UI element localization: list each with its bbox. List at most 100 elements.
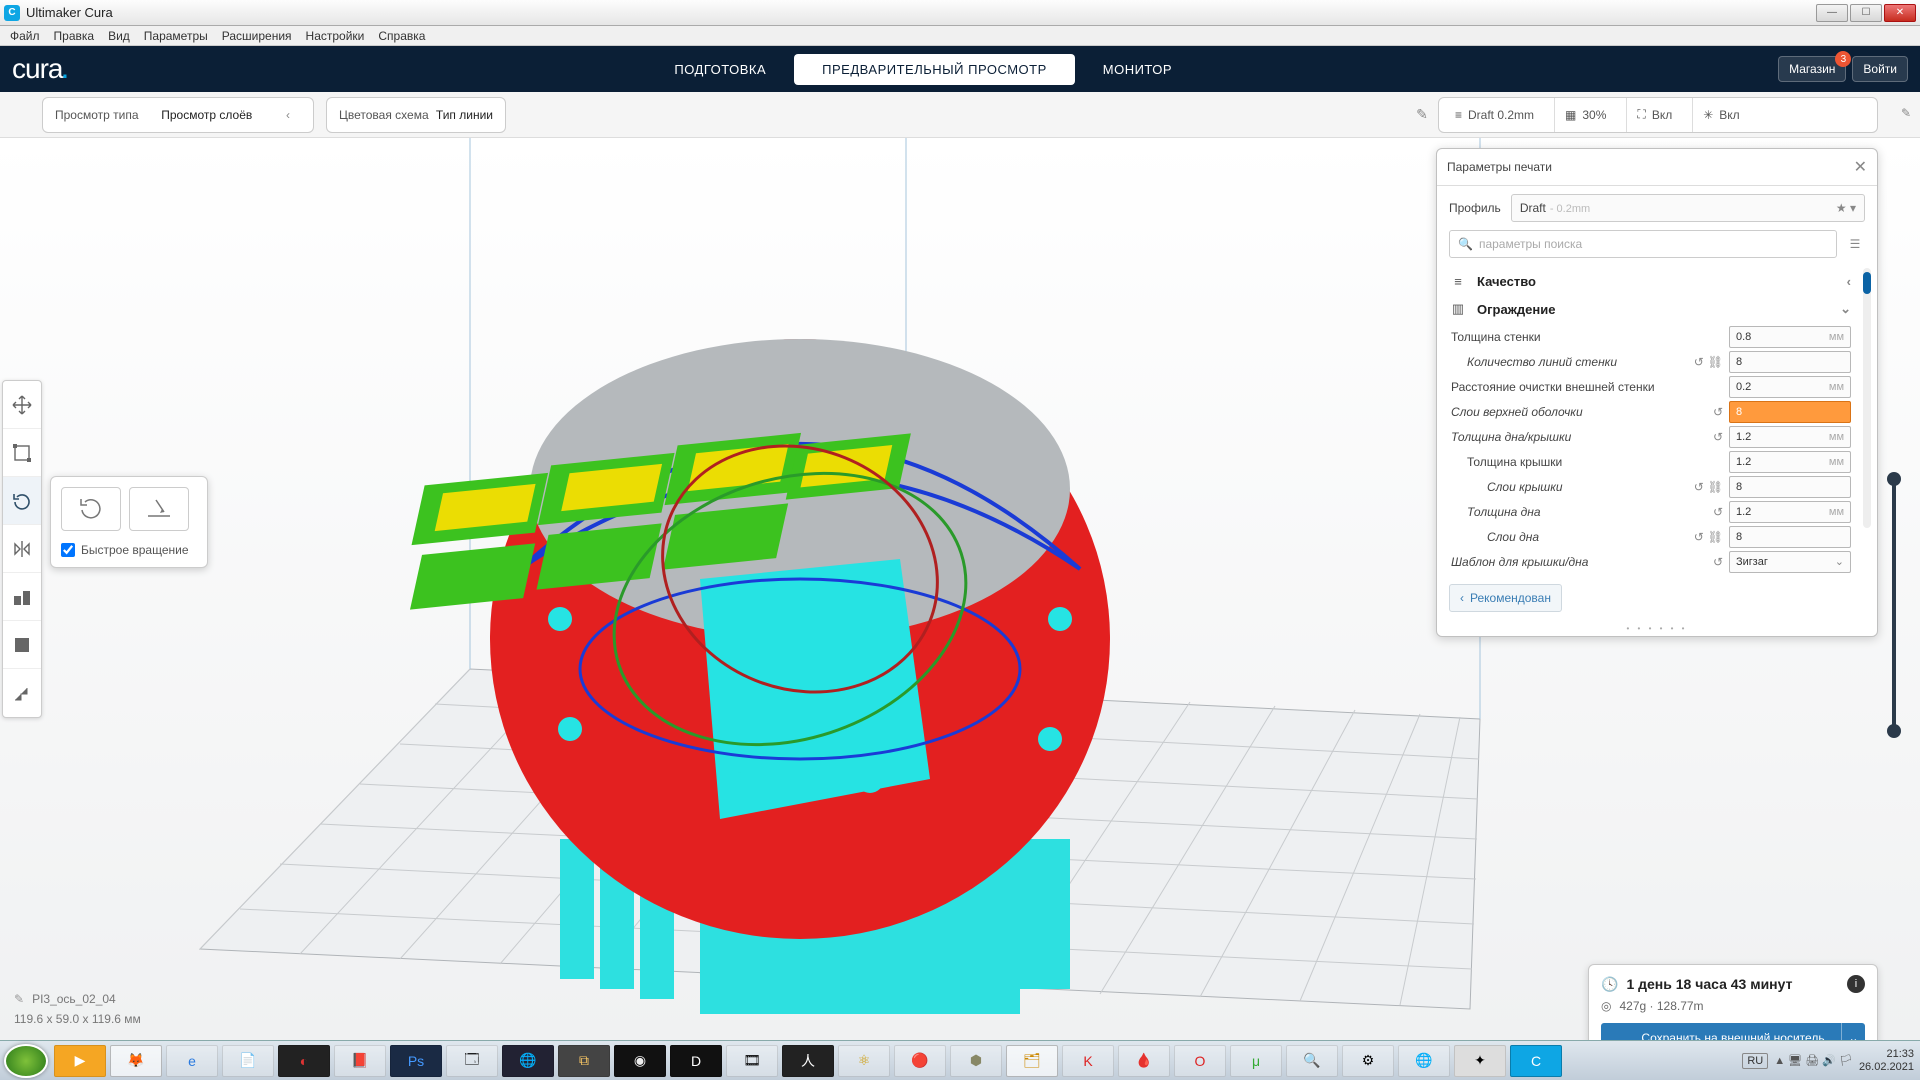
revert-icon[interactable]: ↺	[1713, 505, 1723, 519]
support-summary: Вкл	[1652, 108, 1672, 122]
close-icon[interactable]: ✕	[1854, 157, 1867, 177]
layer-slider-bottom-handle[interactable]	[1887, 724, 1901, 738]
link-icon[interactable]: ⛓	[1708, 355, 1723, 369]
fast-rotation-checkbox[interactable]: Быстрое вращение	[61, 543, 197, 557]
taskbar-app[interactable]: D	[670, 1045, 722, 1077]
settings-search-input[interactable]: 🔍 параметры поиска	[1449, 230, 1837, 258]
select-topbot-pattern[interactable]: Зигзаг⌄	[1729, 551, 1851, 573]
taskbar-app[interactable]: ◉	[614, 1045, 666, 1077]
input-wall-line-count[interactable]: 8	[1729, 351, 1851, 373]
tool-mirror[interactable]	[3, 525, 41, 573]
print-settings-summary[interactable]: ≡Draft 0.2mm ▦30% ⛶Вкл ✳Вкл ✎	[1438, 97, 1878, 133]
input-bot-thickness[interactable]: 1.2мм	[1729, 501, 1851, 523]
hamburger-icon[interactable]: ☰	[1845, 237, 1865, 251]
taskbar-app[interactable]: μ	[1230, 1045, 1282, 1077]
taskbar-app[interactable]: 🎞	[726, 1045, 778, 1077]
start-button[interactable]	[4, 1044, 48, 1078]
layer-slider-top-handle[interactable]	[1887, 472, 1901, 486]
revert-icon[interactable]: ↺	[1694, 355, 1704, 369]
input-wall-thickness[interactable]: 0.8мм	[1729, 326, 1851, 348]
info-icon[interactable]: i	[1847, 975, 1865, 993]
taskbar-app[interactable]: ⚙	[1342, 1045, 1394, 1077]
tool-support-blocker[interactable]	[3, 621, 41, 669]
input-top-thickness[interactable]: 1.2мм	[1729, 451, 1851, 473]
language-indicator[interactable]: RU	[1742, 1053, 1768, 1069]
menu-settings[interactable]: Параметры	[138, 27, 214, 45]
app-icon: C	[4, 5, 20, 21]
layer-slider[interactable]	[1892, 480, 1896, 730]
taskbar-app[interactable]: 🔴	[894, 1045, 946, 1077]
menu-help[interactable]: Справка	[372, 27, 431, 45]
revert-icon[interactable]: ↺	[1713, 555, 1723, 569]
link-icon[interactable]: ⛓	[1708, 530, 1723, 544]
revert-icon[interactable]: ↺	[1694, 530, 1704, 544]
tool-per-model[interactable]	[3, 573, 41, 621]
menu-preferences[interactable]: Настройки	[300, 27, 371, 45]
view-type-selector[interactable]: Просмотр типа Просмотр слоёв ‹	[42, 97, 314, 133]
input-top-skin-layers[interactable]: 8	[1729, 401, 1851, 423]
taskbar-app[interactable]: O	[1174, 1045, 1226, 1077]
menu-view[interactable]: Вид	[102, 27, 136, 45]
tray-icons[interactable]: ▲ 🖥 🖨 🔊 🏳	[1774, 1054, 1853, 1067]
lay-flat-button[interactable]	[129, 487, 189, 531]
taskbar-app[interactable]: ⧉	[558, 1045, 610, 1077]
taskbar-app[interactable]: Ps	[390, 1045, 442, 1077]
tab-prepare[interactable]: ПОДГОТОВКА	[646, 54, 794, 85]
tool-custom[interactable]	[3, 669, 41, 717]
tool-move[interactable]	[3, 381, 41, 429]
menu-file[interactable]: Файл	[4, 27, 46, 45]
reset-rotation-button[interactable]	[61, 487, 121, 531]
tab-preview[interactable]: ПРЕДВАРИТЕЛЬНЫЙ ПРОСМОТР	[794, 54, 1075, 85]
input-bot-layers[interactable]: 8	[1729, 526, 1851, 548]
taskbar-app[interactable]: 🔍	[1286, 1045, 1338, 1077]
input-top-layers[interactable]: 8	[1729, 476, 1851, 498]
input-topbot-thickness[interactable]: 1.2мм	[1729, 426, 1851, 448]
recommended-button[interactable]: ‹ Рекомендован	[1449, 584, 1562, 612]
menu-edit[interactable]: Правка	[48, 27, 101, 45]
window-close-button[interactable]: ✕	[1884, 4, 1916, 22]
taskbar-app[interactable]: 🦊	[110, 1045, 162, 1077]
taskbar-app[interactable]: ▶	[54, 1045, 106, 1077]
taskbar-app-cura[interactable]: C	[1510, 1045, 1562, 1077]
field-outer-wipe: Расстояние очистки внешней стенки 0.2мм	[1449, 374, 1865, 399]
color-scheme-selector[interactable]: Цветовая схема Тип линии	[326, 97, 506, 133]
window-maximize-button[interactable]: ☐	[1850, 4, 1882, 22]
taskbar-app[interactable]: ⚛	[838, 1045, 890, 1077]
marketplace-button[interactable]: Магазин 3	[1778, 56, 1846, 82]
category-quality[interactable]: ≡ Качество ‹	[1449, 268, 1865, 294]
taskbar-app[interactable]: 人	[782, 1045, 834, 1077]
layers-icon: ≡	[1449, 274, 1467, 289]
revert-icon[interactable]: ↺	[1694, 480, 1704, 494]
taskbar-app[interactable]: 🩸	[1118, 1045, 1170, 1077]
tab-monitor[interactable]: МОНИТОР	[1075, 54, 1200, 85]
taskbar-app[interactable]: ◐	[278, 1045, 330, 1077]
taskbar-app[interactable]: K	[1062, 1045, 1114, 1077]
taskbar-app[interactable]: 🗂	[1006, 1045, 1058, 1077]
taskbar-app[interactable]: 🌐	[1398, 1045, 1450, 1077]
input-outer-wipe[interactable]: 0.2мм	[1729, 376, 1851, 398]
profile-selector[interactable]: Draft- 0.2mm ★ ▾	[1511, 194, 1865, 222]
taskbar-app[interactable]: 📄	[222, 1045, 274, 1077]
category-walls[interactable]: ▥ Ограждение ⌄	[1449, 296, 1865, 322]
revert-icon[interactable]: ↺	[1713, 430, 1723, 444]
login-button[interactable]: Войти	[1852, 56, 1908, 82]
taskbar-clock[interactable]: 21:33 26.02.2021	[1859, 1048, 1914, 1072]
tool-scale[interactable]	[3, 429, 41, 477]
taskbar-app[interactable]: e	[166, 1045, 218, 1077]
revert-icon[interactable]: ↺	[1713, 405, 1723, 419]
fast-rotation-input[interactable]	[61, 543, 75, 557]
taskbar-app[interactable]: ✦	[1454, 1045, 1506, 1077]
panel-resize-handle[interactable]: • • • • • •	[1437, 624, 1877, 636]
tool-rotate[interactable]	[3, 477, 41, 525]
pencil-icon[interactable]: ✎	[14, 992, 24, 1006]
pencil-icon[interactable]: ✎	[1901, 106, 1911, 120]
taskbar-app[interactable]: 📕	[334, 1045, 386, 1077]
settings-scrollbar[interactable]	[1863, 268, 1871, 528]
taskbar-app[interactable]: 🌐	[502, 1045, 554, 1077]
window-minimize-button[interactable]: —	[1816, 4, 1848, 22]
link-icon[interactable]: ⛓	[1708, 480, 1723, 494]
taskbar-app[interactable]: 🗔	[446, 1045, 498, 1077]
pencil-icon[interactable]: ✎	[1412, 105, 1432, 125]
taskbar-app[interactable]: ⬢	[950, 1045, 1002, 1077]
menu-extensions[interactable]: Расширения	[216, 27, 298, 45]
